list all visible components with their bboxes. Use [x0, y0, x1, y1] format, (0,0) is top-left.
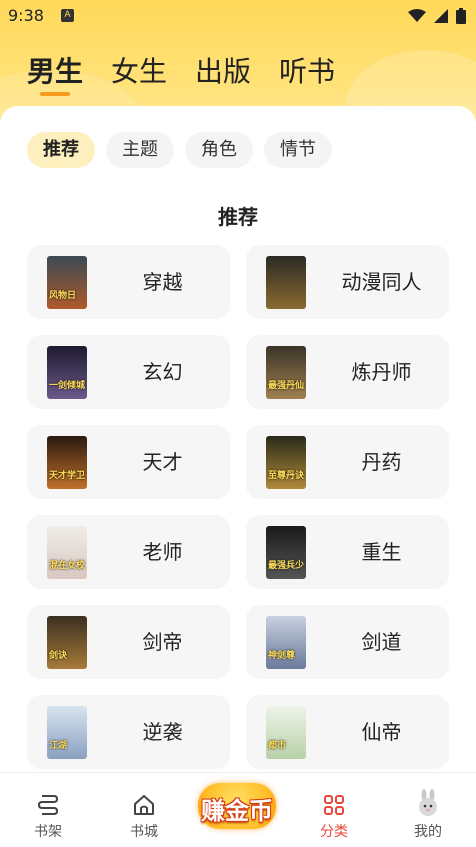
- tab-female[interactable]: 女生: [111, 50, 167, 90]
- tab-published[interactable]: 出版: [195, 50, 251, 90]
- bookshelf-icon: [37, 795, 59, 815]
- chip-recommended[interactable]: 推荐: [27, 132, 95, 168]
- cover-title: 最强兵少: [268, 561, 305, 571]
- category-label: 炼丹师: [351, 360, 412, 384]
- category-label: 动漫同人: [341, 270, 422, 294]
- book-cover: 一剑倾城: [47, 346, 87, 399]
- cover-title: 都市: [268, 741, 287, 751]
- bottom-nav: 书架 书城 赚金币 分类 我的: [0, 772, 476, 847]
- category-card[interactable]: 神剑尊 剑道: [246, 605, 449, 679]
- earn-coins-label: 赚金币: [201, 797, 273, 825]
- category-card[interactable]: 都市 仙帝: [246, 695, 449, 769]
- cover-title: 江湖: [49, 741, 68, 751]
- home-icon: [134, 795, 154, 815]
- category-sheet: 推荐 主题 角色 情节 推荐 风物日 穿越 动漫同人 一剑倾城 玄幻 最强丹仙 …: [0, 106, 476, 772]
- section-title: 推荐: [218, 205, 258, 229]
- cover-title: 最强丹仙: [268, 381, 305, 391]
- nav-bookshelf[interactable]: 书架: [0, 773, 96, 847]
- chip-theme[interactable]: 主题: [106, 132, 174, 168]
- category-grid-icon: [324, 795, 344, 815]
- book-cover: 都市: [266, 706, 306, 759]
- book-cover: 混在女校: [47, 526, 87, 579]
- cover-title: 混在女校: [49, 561, 86, 571]
- category-card[interactable]: 至尊丹诀 丹药: [246, 425, 449, 499]
- nav-category[interactable]: 分类: [286, 773, 382, 847]
- wifi-icon: [408, 9, 426, 22]
- chip-character[interactable]: 角色: [185, 132, 253, 168]
- earn-coins-button[interactable]: 赚金币: [198, 783, 276, 829]
- book-cover: 最强兵少: [266, 526, 306, 579]
- category-label: 老师: [142, 540, 183, 564]
- book-cover: [266, 256, 306, 309]
- cover-title: 天才学卫: [49, 471, 86, 481]
- nav-label: 我的: [414, 824, 442, 840]
- cover-title: 一剑倾城: [49, 381, 86, 391]
- app-notification-icon: A: [61, 9, 74, 22]
- category-card[interactable]: 天才学卫 天才: [27, 425, 230, 499]
- book-cover: 至尊丹诀: [266, 436, 306, 489]
- nav-label: 分类: [320, 824, 348, 840]
- filter-chips: 推荐 主题 角色 情节: [27, 132, 332, 168]
- rabbit-avatar-icon: [419, 789, 437, 816]
- category-label: 重生: [361, 540, 402, 564]
- nav-label: 书架: [34, 824, 62, 840]
- cover-title: 剑诀: [49, 651, 68, 661]
- category-card[interactable]: 剑诀 剑帝: [27, 605, 230, 679]
- battery-icon: [456, 8, 466, 24]
- category-label: 穿越: [142, 270, 183, 294]
- category-label: 剑帝: [142, 630, 183, 654]
- category-label: 仙帝: [361, 720, 402, 744]
- status-bar: 9:38 A: [0, 0, 476, 34]
- cover-title: 风物日: [49, 291, 77, 301]
- book-cover: 最强丹仙: [266, 346, 306, 399]
- tab-audiobook[interactable]: 听书: [279, 50, 335, 90]
- chip-plot[interactable]: 情节: [264, 132, 332, 168]
- status-indicators: [408, 8, 466, 24]
- category-label: 丹药: [361, 450, 402, 474]
- category-card[interactable]: 最强丹仙 炼丹师: [246, 335, 449, 409]
- book-cover: 天才学卫: [47, 436, 87, 489]
- category-card[interactable]: 江湖 逆袭: [27, 695, 230, 769]
- category-card[interactable]: 一剑倾城 玄幻: [27, 335, 230, 409]
- category-card[interactable]: 动漫同人: [246, 245, 449, 319]
- status-time: 9:38: [8, 6, 44, 25]
- category-label: 剑道: [361, 630, 402, 654]
- category-label: 玄幻: [142, 360, 183, 384]
- book-cover: 风物日: [47, 256, 87, 309]
- cover-title: 至尊丹诀: [268, 471, 305, 481]
- category-label: 逆袭: [142, 720, 183, 744]
- category-card[interactable]: 混在女校 老师: [27, 515, 230, 589]
- book-cover: 江湖: [47, 706, 87, 759]
- category-label: 天才: [142, 450, 183, 474]
- signal-icon: [434, 9, 448, 23]
- book-cover: 神剑尊: [266, 616, 306, 669]
- category-card[interactable]: 风物日 穿越: [27, 245, 230, 319]
- nav-label: 书城: [130, 824, 158, 840]
- nav-bookstore[interactable]: 书城: [96, 773, 192, 847]
- gender-tabs: 男生 女生 出版 听书: [27, 50, 335, 96]
- book-cover: 剑诀: [47, 616, 87, 669]
- nav-profile[interactable]: 我的: [380, 773, 476, 847]
- category-card[interactable]: 最强兵少 重生: [246, 515, 449, 589]
- cover-title: 神剑尊: [268, 651, 296, 661]
- tab-male[interactable]: 男生: [27, 50, 83, 96]
